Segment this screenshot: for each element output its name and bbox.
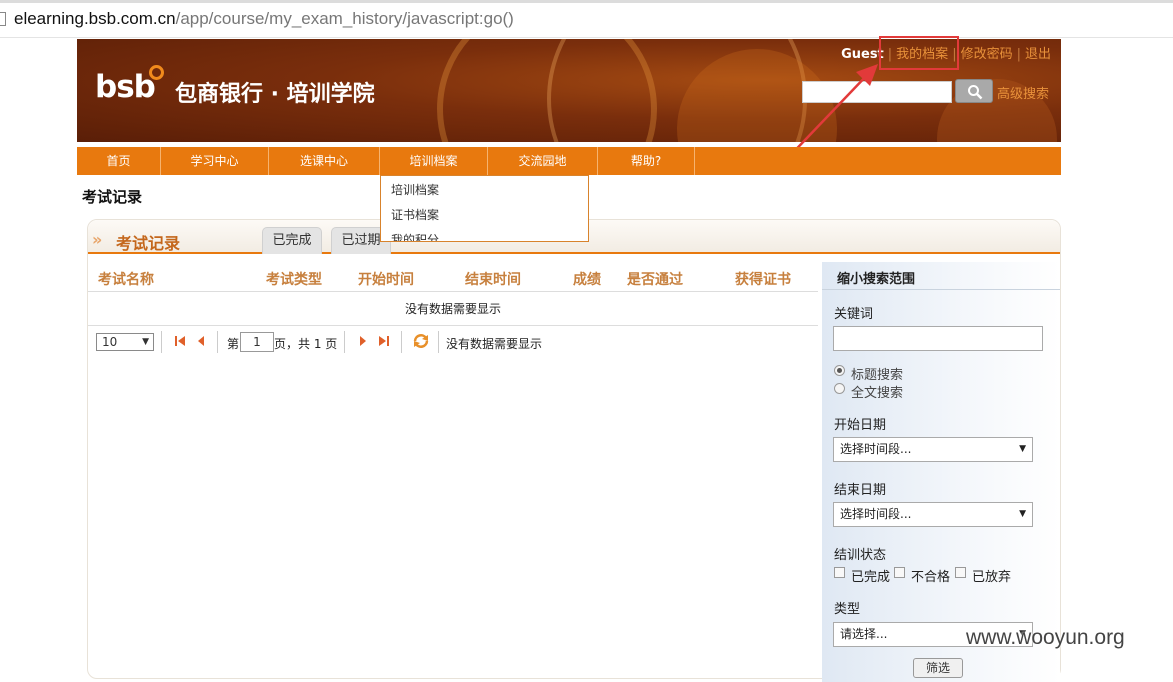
separator: | bbox=[1016, 47, 1021, 62]
checkbox-abandoned-label: 已放弃 bbox=[972, 570, 1012, 585]
change-password-link[interactable]: 修改密码 bbox=[961, 47, 1013, 62]
page-title: 考试记录 bbox=[82, 188, 143, 206]
last-page-icon[interactable] bbox=[378, 335, 390, 347]
radio-fulltext-search[interactable] bbox=[834, 383, 845, 394]
checkbox-abandoned[interactable] bbox=[955, 567, 966, 578]
table-empty-message: 没有数据需要显示 bbox=[88, 292, 818, 326]
start-date-value: 选择时间段... bbox=[840, 442, 912, 456]
checkbox-completed[interactable] bbox=[834, 567, 845, 578]
keyword-label: 关键词 bbox=[834, 307, 874, 322]
status-label: 结训状态 bbox=[834, 548, 887, 563]
nav-item-home[interactable]: 首页 bbox=[77, 147, 161, 175]
magnifier-icon bbox=[968, 85, 983, 100]
page-label-suffix: 页，共 1 页 bbox=[274, 337, 338, 351]
table-header: 考试名称 考试类型 开始时间 结束时间 成绩 是否通过 获得证书 bbox=[88, 264, 818, 292]
checkbox-failed[interactable] bbox=[894, 567, 905, 578]
pager-status: 没有数据需要显示 bbox=[446, 337, 543, 351]
type-value: 请选择... bbox=[840, 627, 888, 641]
logout-link[interactable]: 退出 bbox=[1025, 47, 1051, 62]
advanced-search-link[interactable]: 高级搜索 bbox=[997, 83, 1049, 102]
panel-title-icon: » bbox=[92, 230, 103, 249]
browser-address-bar[interactable]: elearning.bsb.com.cn/app/course/my_exam_… bbox=[0, 0, 1173, 38]
start-date-label: 开始日期 bbox=[834, 418, 887, 433]
page-label-prefix: 第 bbox=[227, 337, 240, 351]
column-header-score[interactable]: 成绩 bbox=[573, 269, 601, 289]
page-size-value: 10 bbox=[102, 335, 118, 349]
column-header-start-time[interactable]: 开始时间 bbox=[358, 269, 414, 289]
chevron-down-icon: ▼ bbox=[1019, 509, 1026, 519]
header-search-button[interactable] bbox=[955, 79, 993, 103]
column-header-exam-type[interactable]: 考试类型 bbox=[266, 269, 322, 289]
refresh-icon[interactable] bbox=[412, 333, 430, 349]
end-date-value: 选择时间段... bbox=[840, 507, 912, 521]
logo-text: bsb bbox=[95, 69, 156, 105]
address-url[interactable]: elearning.bsb.com.cn/app/course/my_exam_… bbox=[14, 9, 514, 29]
tab-completed[interactable]: 已完成 bbox=[262, 227, 322, 254]
url-host: elearning.bsb.com.cn bbox=[14, 9, 176, 28]
previous-page-icon[interactable] bbox=[196, 335, 206, 347]
type-label: 类型 bbox=[834, 602, 861, 617]
dropdown-item-my-points[interactable]: 我的积分 bbox=[391, 231, 439, 241]
page-icon bbox=[0, 12, 6, 26]
divider bbox=[217, 331, 218, 353]
filter-button[interactable]: 筛选 bbox=[913, 658, 963, 678]
first-page-icon[interactable] bbox=[174, 335, 186, 347]
divider bbox=[161, 331, 162, 353]
browser-tab-strip bbox=[0, 0, 1173, 3]
nav-item-community[interactable]: 交流园地 bbox=[488, 147, 598, 175]
nav-item-help[interactable]: 帮助? bbox=[598, 147, 695, 175]
watermark: www.wooyun.org bbox=[966, 626, 1125, 649]
logo-dot-icon bbox=[149, 65, 164, 80]
nav-item-learning-center[interactable]: 学习中心 bbox=[161, 147, 269, 175]
radio-fulltext-search-label: 全文搜索 bbox=[851, 386, 904, 401]
radio-title-search-label: 标题搜索 bbox=[851, 368, 904, 383]
site-name: 包商银行 · 培训学院 bbox=[175, 82, 375, 107]
nav-item-course-selection[interactable]: 选课中心 bbox=[269, 147, 380, 175]
column-header-passed[interactable]: 是否通过 bbox=[627, 269, 683, 289]
checkbox-completed-label: 已完成 bbox=[851, 570, 891, 585]
keyword-input[interactable] bbox=[833, 326, 1043, 351]
dropdown-item-training-records[interactable]: 培训档案 bbox=[391, 181, 439, 198]
column-header-exam-name[interactable]: 考试名称 bbox=[98, 269, 154, 289]
chevron-down-icon: ▼ bbox=[142, 337, 149, 347]
chevron-down-icon: ▼ bbox=[1019, 444, 1026, 454]
column-header-certificate[interactable]: 获得证书 bbox=[735, 269, 791, 289]
sidebar-title: 缩小搜索范围 bbox=[822, 262, 1060, 290]
training-records-dropdown: 培训档案 证书档案 我的积分 bbox=[380, 175, 589, 242]
dropdown-item-certificates[interactable]: 证书档案 bbox=[391, 206, 439, 223]
url-path: /app/course/my_exam_history/javascript:g… bbox=[175, 9, 514, 28]
annotation-highlight-box bbox=[879, 36, 959, 70]
panel-title: 考试记录 bbox=[116, 234, 181, 253]
nav-item-training-records[interactable]: 培训档案 bbox=[380, 147, 488, 175]
page-number-input[interactable]: 1 bbox=[240, 332, 274, 352]
bsb-logo[interactable]: bsb bbox=[95, 65, 164, 105]
divider bbox=[344, 331, 345, 353]
pagination-bar: 10 ▼ 第 1 页，共 1 页 没有数据需要显示 bbox=[88, 328, 818, 356]
checkbox-failed-label: 不合格 bbox=[911, 570, 951, 585]
end-date-label: 结束日期 bbox=[834, 483, 887, 498]
page-size-select[interactable]: 10 ▼ bbox=[96, 333, 154, 351]
start-date-select[interactable]: 选择时间段... ▼ bbox=[833, 437, 1033, 462]
end-date-select[interactable]: 选择时间段... ▼ bbox=[833, 502, 1033, 527]
column-header-end-time[interactable]: 结束时间 bbox=[465, 269, 521, 289]
next-page-icon[interactable] bbox=[358, 335, 368, 347]
divider bbox=[438, 331, 439, 353]
divider bbox=[401, 331, 402, 353]
search-sidebar bbox=[822, 262, 1060, 682]
main-nav: 首页 学习中心 选课中心 培训档案 交流园地 帮助? bbox=[77, 147, 1061, 175]
radio-title-search[interactable] bbox=[834, 365, 845, 376]
